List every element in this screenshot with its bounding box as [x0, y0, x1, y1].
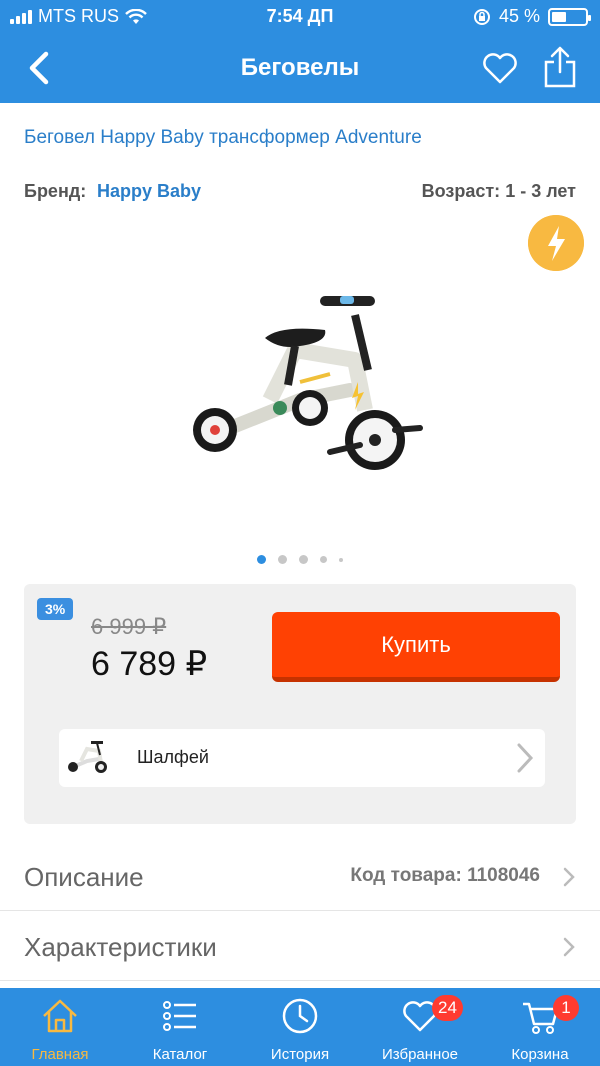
- tab-cart[interactable]: 1 Корзина: [480, 988, 600, 1066]
- battery-fill: [552, 11, 566, 22]
- price-card: 3% 6 999 ₽ 6 789 ₽ Купить Шалфей: [24, 584, 576, 824]
- rotation-lock-icon: [473, 8, 490, 25]
- buy-button[interactable]: Купить: [272, 612, 560, 682]
- cart-badge: 1: [553, 995, 579, 1021]
- age-value: 1 - 3 лет: [505, 181, 576, 201]
- list-icon: [163, 1001, 196, 1031]
- tab-bar: Главная Каталог История 24 Избранное 1 К…: [0, 988, 600, 1066]
- brand-link[interactable]: Happy Baby: [97, 181, 201, 202]
- specs-label: Характеристики: [24, 932, 217, 962]
- chevron-right-icon: [563, 937, 575, 957]
- gallery-dots[interactable]: [0, 555, 600, 564]
- lightning-icon: [528, 215, 584, 271]
- variant-label: Шалфей: [137, 747, 209, 767]
- sku-label: Код товара: 1108046: [350, 865, 540, 886]
- specs-row[interactable]: Характеристики: [0, 911, 600, 981]
- chevron-right-icon: [517, 743, 534, 773]
- gallery-dot[interactable]: [339, 557, 343, 562]
- gallery-dot[interactable]: [257, 555, 266, 564]
- clock-icon: [282, 998, 318, 1034]
- nav-bar: Беговелы: [0, 34, 600, 103]
- discount-badge: 3%: [37, 598, 74, 620]
- tab-history[interactable]: История: [240, 988, 360, 1066]
- description-row[interactable]: Описание Код товара: 1108046: [0, 841, 600, 911]
- brand-label: Бренд:: [24, 181, 87, 201]
- variant-thumbnail: [68, 741, 107, 773]
- gallery-dot[interactable]: [278, 555, 287, 564]
- description-label: Описание: [24, 862, 144, 892]
- tab-label: Избранное: [381, 1046, 459, 1063]
- top-bar: MTS RUS 7:54 ДП 45 % Беговелы: [0, 0, 600, 103]
- age-info: Возраст: 1 - 3 лет: [422, 181, 576, 202]
- balance-bike-image[interactable]: [180, 290, 430, 470]
- gallery-dot[interactable]: [320, 556, 327, 563]
- share-icon[interactable]: [542, 44, 578, 90]
- tab-label: Каталог: [152, 1046, 208, 1063]
- age-label: Возраст:: [421, 181, 501, 201]
- heart-icon[interactable]: [480, 48, 520, 88]
- tab-catalog[interactable]: Каталог: [120, 988, 240, 1066]
- product-title: Беговел Happy Baby трансформер Adventure: [24, 127, 422, 148]
- favorites-badge: 24: [432, 995, 463, 1021]
- tab-label: История: [270, 1046, 330, 1063]
- gallery-dot[interactable]: [299, 555, 308, 564]
- tab-label: Корзина: [511, 1046, 569, 1063]
- tab-label: Главная: [31, 1046, 89, 1063]
- current-price: 6 789 ₽: [91, 645, 208, 683]
- old-price: 6 999 ₽: [91, 614, 167, 639]
- battery-percent: 45 %: [498, 6, 540, 26]
- home-icon: [43, 999, 77, 1033]
- status-bar: MTS RUS 7:54 ДП 45 %: [0, 0, 600, 34]
- variant-selector[interactable]: Шалфей: [59, 729, 545, 787]
- tab-home[interactable]: Главная: [0, 988, 120, 1066]
- chevron-right-icon: [563, 867, 575, 887]
- battery-icon: [548, 7, 591, 26]
- tab-favorites[interactable]: 24 Избранное: [360, 988, 480, 1066]
- status-right: 45 %: [473, 6, 591, 27]
